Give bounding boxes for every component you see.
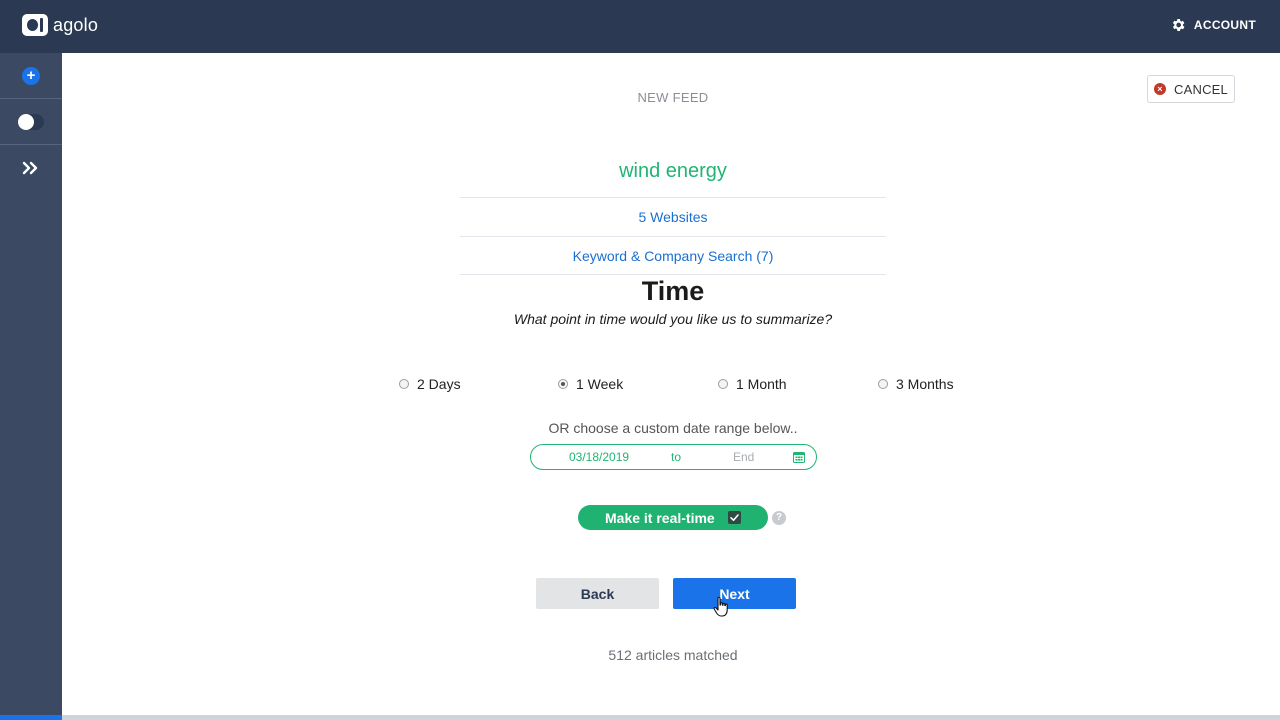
plus-icon: + [22,66,40,85]
realtime-label: Make it real-time [605,509,715,526]
radio-button[interactable] [878,379,888,389]
section-subtitle: What point in time would you like us to … [513,311,833,327]
start-date-input[interactable]: 03/18/2019 [569,450,629,464]
time-option-1-week[interactable]: 1 Week [558,376,623,392]
date-to-label: to [671,450,682,464]
time-option-label: 1 Week [576,376,624,392]
radio-button-selected[interactable] [558,379,568,389]
cancel-button[interactable]: × CANCEL [1147,75,1235,103]
cancel-label: CANCEL [1174,81,1228,97]
feed-name[interactable]: wind energy [460,160,886,183]
end-date-input[interactable]: End [733,450,754,464]
realtime-toggle[interactable]: Make it real-time [578,505,768,530]
section-title: Time [641,276,705,306]
account-label: ACCOUNT [1193,18,1256,32]
time-option-2-days[interactable]: 2 Days [399,376,461,392]
close-icon: × [1154,83,1167,95]
time-option-label: 1 Month [736,376,787,392]
sidebar-item-toggle[interactable] [0,99,62,145]
date-range-picker[interactable]: 03/18/2019 to End [530,444,817,470]
sidebar-item-expand[interactable] [0,145,62,191]
back-button[interactable]: Back [536,578,659,609]
calendar-icon[interactable] [793,451,805,463]
time-option-1-month[interactable]: 1 Month [718,376,787,392]
custom-range-label: OR choose a custom date range below.. [548,420,798,436]
account-menu[interactable]: ACCOUNT [1170,17,1256,33]
bottom-divider [62,715,1280,720]
brand-name: agolo [53,14,99,35]
search-summary-label: Keyword & Company Search (7) [572,247,774,264]
sidebar-item-new-feed[interactable]: + [0,53,62,99]
brand-logo[interactable]: agolo [22,14,98,36]
time-option-label: 2 Days [417,376,461,392]
time-option-label: 3 Months [896,376,954,392]
page-heading: NEW FEED [637,90,709,105]
toggle-switch[interactable] [18,113,44,130]
sources-summary-label: 5 Websites [638,209,708,225]
sources-summary-link[interactable]: 5 Websites [460,197,886,236]
gear-icon [1172,19,1185,31]
search-summary-link[interactable]: Keyword & Company Search (7) [460,236,886,275]
sidebar-progress [0,715,62,720]
sidebar: + [0,53,62,720]
help-icon[interactable]: ? [772,511,786,525]
radio-button[interactable] [718,379,728,389]
top-bar: agolo ACCOUNT [0,0,1280,53]
checkbox-checked-icon[interactable] [728,511,741,524]
matched-count: 512 articles matched [608,647,738,663]
logo-icon [22,14,48,36]
time-option-3-months[interactable]: 3 Months [878,376,954,392]
double-chevron-right-icon [22,161,38,175]
radio-button[interactable] [399,379,409,389]
next-button[interactable]: Next [673,578,796,609]
